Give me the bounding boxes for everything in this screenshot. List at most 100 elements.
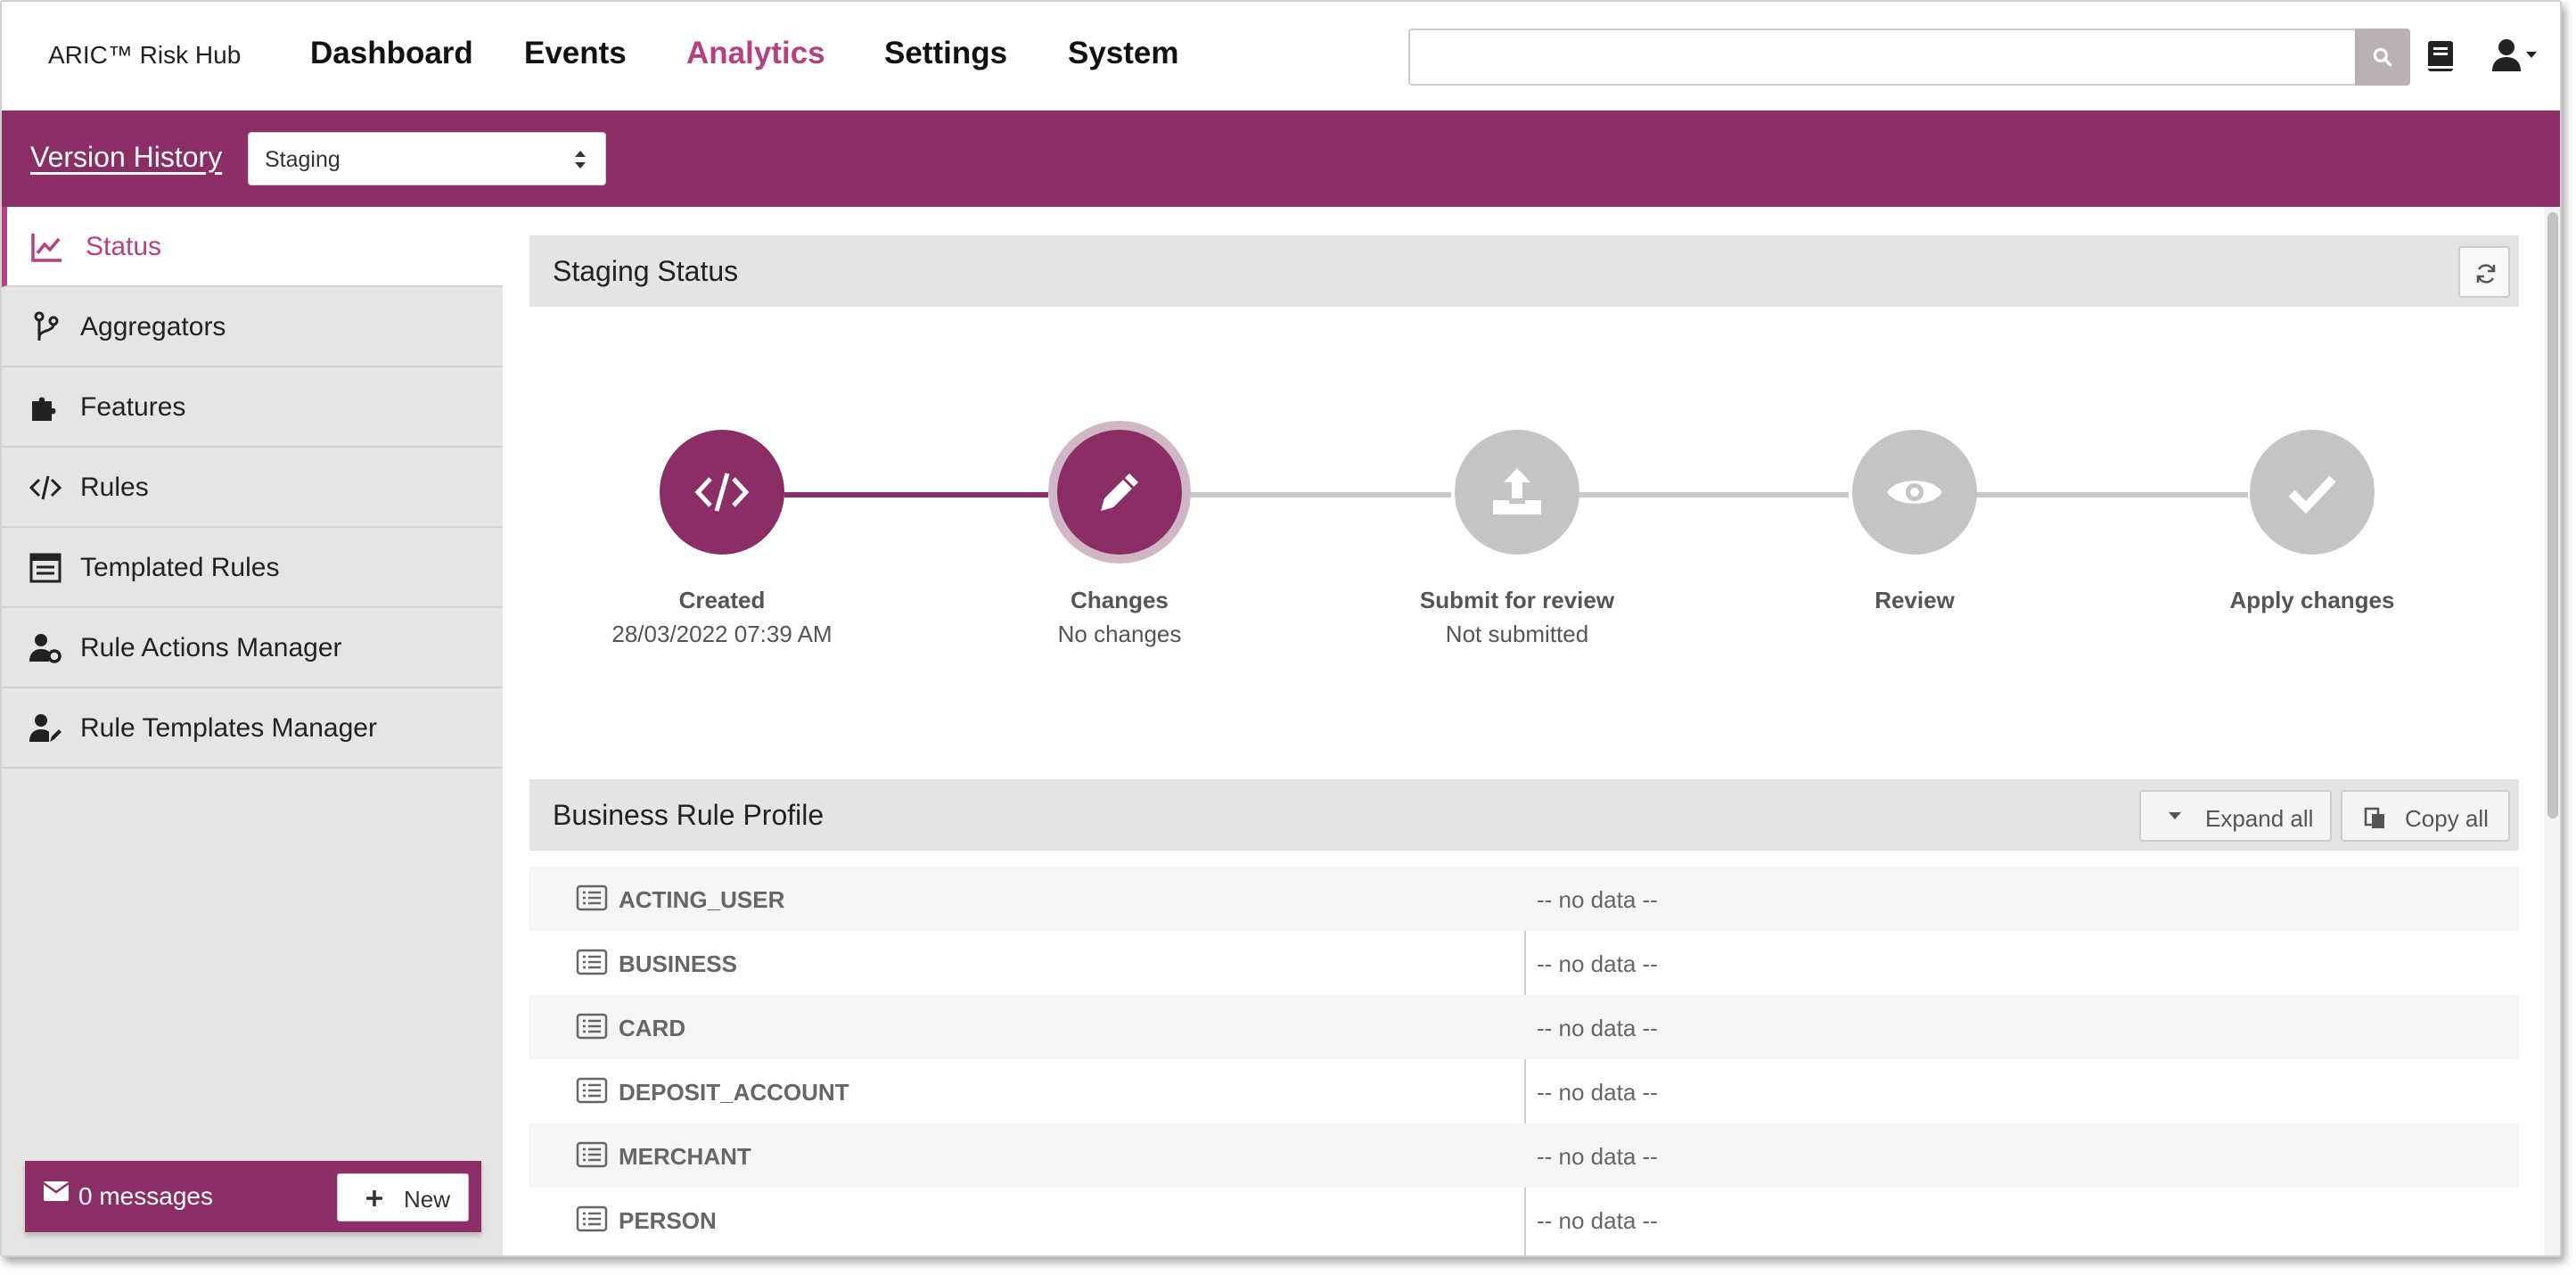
step-connector-done	[784, 492, 1048, 498]
step-label: Submit for review	[1419, 587, 1615, 613]
version-history-link[interactable]: Version History	[30, 141, 222, 174]
profile-key: MERCHANT	[619, 1143, 751, 1170]
page-scrollbar[interactable]	[2544, 207, 2560, 1255]
step-sub: 28/03/2022 07:39 AM	[611, 621, 833, 647]
new-message-button[interactable]: New	[337, 1173, 469, 1222]
brand-logo[interactable]: ARIC™ Risk Hub	[48, 41, 241, 70]
table-row[interactable]: DEPOSIT_ACCOUNT -- no data --	[529, 1059, 2519, 1123]
messages-bar[interactable]: 0 messages New	[25, 1161, 481, 1232]
sidebar-item-aggregators[interactable]: Aggregators	[2, 287, 503, 367]
profile-key: ACTING_USER	[619, 886, 785, 913]
window-list-icon	[29, 553, 62, 583]
scrollbar-thumb[interactable]	[2547, 212, 2558, 818]
chart-line-icon	[31, 234, 62, 262]
step-submit-circle	[1455, 430, 1579, 555]
expand-all-label: Expand all	[2205, 805, 2314, 832]
copy-all-label: Copy all	[2405, 805, 2489, 832]
step-label: Changes	[1071, 587, 1169, 613]
sidebar-item-label: Features	[80, 392, 186, 422]
new-message-label: New	[404, 1186, 451, 1213]
user-gear-icon	[29, 634, 62, 663]
eye-icon	[1887, 481, 1942, 504]
sidebar-item-label: Aggregators	[80, 312, 226, 341]
profile-key: PERSON	[619, 1207, 717, 1234]
step-changes-circle	[1057, 430, 1182, 555]
copy-all-button[interactable]: Copy all	[2341, 790, 2510, 842]
app-window: ARIC™ Risk Hub Dashboard Events Analytic…	[0, 0, 2562, 1257]
search-input[interactable]	[1408, 29, 2357, 86]
branch-icon	[34, 311, 59, 341]
profile-key: DEPOSIT_ACCOUNT	[619, 1079, 849, 1106]
sidebar-item-label: Rule Templates Manager	[80, 713, 377, 743]
step-label: Apply changes	[2229, 587, 2395, 613]
plus-icon	[366, 1190, 382, 1206]
nav-analytics[interactable]: Analytics	[686, 36, 825, 71]
refresh-button[interactable]	[2458, 246, 2510, 298]
table-row[interactable]: PERSON -- no data --	[529, 1188, 2519, 1252]
profile-value: -- no data --	[1537, 886, 1658, 913]
sidebar-item-rule-actions-manager[interactable]: Rule Actions Manager	[2, 608, 503, 688]
list-icon	[576, 1205, 608, 1232]
list-icon	[576, 1013, 608, 1040]
list-icon	[576, 1141, 608, 1168]
profile-value: -- no data --	[1537, 1143, 1658, 1170]
list-icon	[576, 884, 608, 911]
sidebar-item-label: Rule Actions Manager	[80, 633, 342, 662]
step-connector	[1574, 492, 1849, 498]
list-icon	[576, 949, 608, 975]
nav-system[interactable]: System	[1068, 36, 1179, 71]
step-review-circle	[1852, 430, 1977, 555]
step-connector	[1973, 492, 2248, 498]
envelope-icon	[43, 1181, 70, 1201]
sidebar-item-templated-rules[interactable]: Templated Rules	[2, 528, 503, 608]
sidebar-item-rule-templates-manager[interactable]: Rule Templates Manager	[2, 688, 503, 769]
nav-dashboard[interactable]: Dashboard	[310, 36, 473, 71]
table-row[interactable]: MERCHANT -- no data --	[529, 1123, 2519, 1188]
user-edit-icon	[29, 714, 62, 742]
step-label: Created	[678, 587, 766, 613]
table-row[interactable]: ACTING_USER -- no data --	[529, 867, 2519, 931]
refresh-icon	[2476, 264, 2496, 284]
profile-value: -- no data --	[1537, 1079, 1658, 1106]
step-label: Review	[1875, 587, 1955, 613]
environment-select[interactable]: Staging	[248, 132, 606, 185]
puzzle-icon	[32, 397, 56, 421]
table-row[interactable]: BUSINESS -- no data --	[529, 931, 2519, 995]
main-content: Staging Status Created 28/03/2022 07:39 …	[503, 207, 2544, 1255]
sidebar-item-features[interactable]: Features	[2, 367, 503, 448]
search-icon	[2373, 47, 2392, 67]
top-navbar: ARIC™ Risk Hub Dashboard Events Analytic…	[2, 2, 2560, 111]
business-rule-profile-table: ACTING_USER -- no data -- BUSINESS -- no…	[529, 867, 2519, 1255]
step-apply-circle	[2250, 430, 2375, 555]
panel-title: Business Rule Profile	[553, 799, 824, 831]
user-icon[interactable]	[2490, 37, 2539, 78]
panel-title: Staging Status	[553, 255, 739, 287]
profile-key: BUSINESS	[619, 950, 737, 977]
step-sub: Not submitted	[1445, 621, 1589, 647]
profile-value: -- no data --	[1537, 1015, 1658, 1041]
staging-status-header: Staging Status	[529, 235, 2519, 307]
sidebar: Status Aggregators Features Rules Templa…	[2, 207, 503, 1255]
copy-icon	[2364, 807, 2384, 828]
step-connector	[1177, 492, 1451, 498]
caret-down-icon	[2169, 812, 2181, 819]
sidebar-item-status[interactable]: Status	[2, 207, 503, 287]
list-icon	[576, 1077, 608, 1104]
profile-value: -- no data --	[1537, 1207, 1658, 1234]
table-row[interactable]: CARD -- no data --	[529, 995, 2519, 1059]
nav-settings[interactable]: Settings	[884, 36, 1007, 71]
nav-events[interactable]: Events	[524, 36, 627, 71]
sidebar-item-label: Status	[86, 232, 162, 261]
search-button[interactable]	[2355, 29, 2410, 86]
step-created-circle	[660, 430, 784, 555]
select-arrows-icon	[575, 151, 586, 169]
version-bar: Version History Staging	[2, 111, 2560, 207]
expand-all-button[interactable]: Expand all	[2139, 790, 2332, 842]
business-rule-profile-header: Business Rule Profile Expand all Copy al…	[529, 779, 2519, 851]
sidebar-item-rules[interactable]: Rules	[2, 448, 503, 528]
pencil-icon	[1101, 473, 1138, 511]
code-icon	[694, 473, 750, 512]
status-stepper: Created 28/03/2022 07:39 AM Changes No c…	[529, 376, 2519, 647]
book-icon[interactable]	[2426, 39, 2455, 78]
code-icon	[29, 475, 62, 500]
